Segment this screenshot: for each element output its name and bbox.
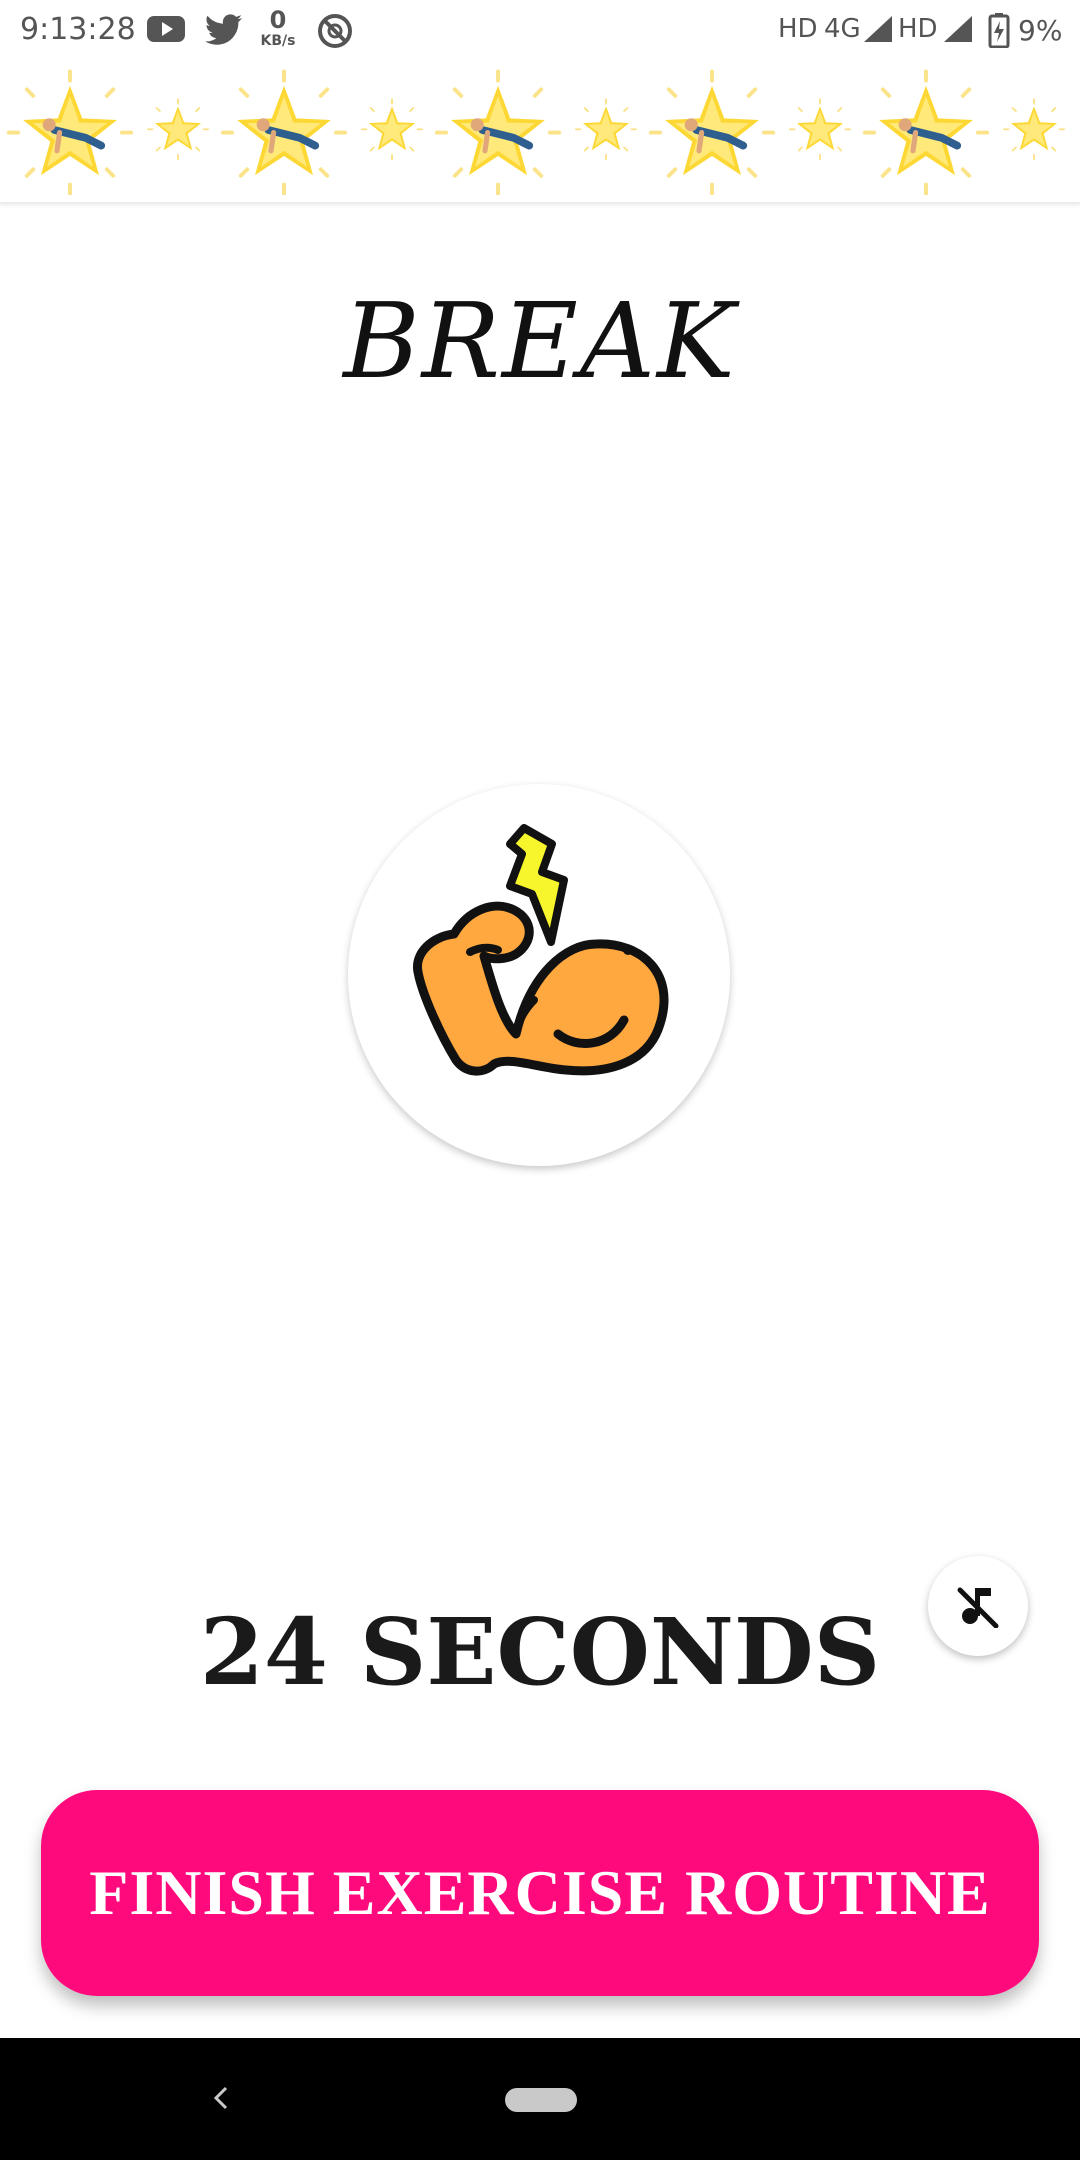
exercise-star-leg-raise: [862, 69, 990, 195]
exercise-star-situp: [220, 69, 348, 195]
flexed-arm-icon: [413, 824, 669, 1076]
network-type: 4G: [824, 14, 861, 44]
signal-icon: [942, 14, 974, 49]
countdown-value: 24: [199, 1598, 328, 1706]
battery-charging-icon: [988, 12, 1010, 53]
exercise-progress-strip: [0, 62, 1080, 204]
back-chevron-icon[interactable]: [206, 2078, 236, 2123]
battery-percent: 9%: [1018, 14, 1063, 47]
sync-off-icon: [316, 12, 354, 55]
network-label-1: HD: [778, 14, 818, 44]
signal-icon: [862, 14, 894, 49]
exercise-star-plank: [434, 69, 562, 195]
youtube-icon: [146, 12, 186, 51]
status-bar: 9:13:28 0 KB/s HD 4G HD 9%: [0, 0, 1080, 62]
exercise-star-machine: [648, 69, 776, 195]
home-pill-icon[interactable]: [505, 2088, 577, 2112]
small-star-icon: [574, 98, 638, 160]
small-star-icon: [146, 98, 210, 160]
data-rate: 0 KB/s: [260, 6, 296, 49]
status-time: 9:13:28: [20, 12, 136, 47]
page-title: BREAK: [343, 280, 737, 402]
finish-routine-button[interactable]: FINISH EXERCISE ROUTINE: [41, 1790, 1039, 1996]
break-emblem: [348, 784, 730, 1166]
small-star-icon: [788, 98, 852, 160]
small-star-icon: [360, 98, 424, 160]
exercise-star-pushup: [6, 69, 134, 195]
network-label-2: HD: [898, 14, 938, 44]
small-star-icon: [1002, 98, 1066, 160]
countdown-unit: SECONDS: [359, 1598, 881, 1706]
countdown-text: 24 SECONDS: [0, 1598, 1080, 1706]
twitter-icon: [204, 12, 244, 51]
system-nav-bar: [0, 2038, 1080, 2160]
